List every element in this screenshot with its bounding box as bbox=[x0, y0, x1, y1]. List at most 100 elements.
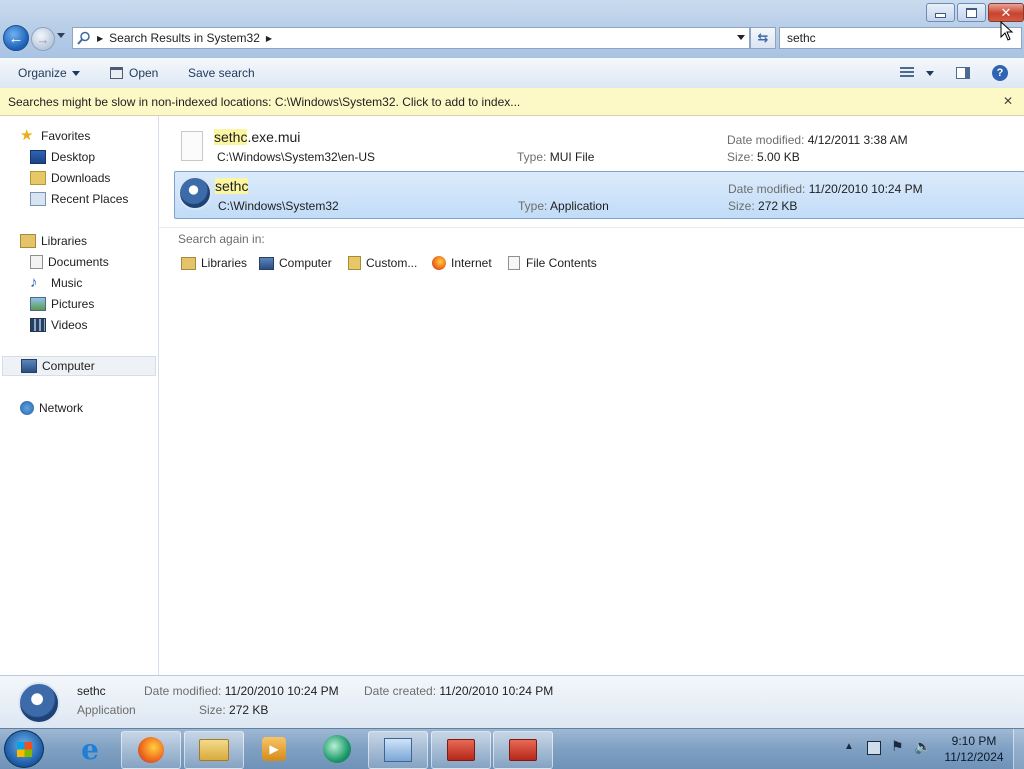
taskbar-toolbox-2[interactable] bbox=[493, 731, 553, 769]
search-again-computer-label: Computer bbox=[279, 256, 332, 270]
nav-music-label: Music bbox=[51, 276, 83, 290]
refresh-button[interactable]: ⇆ bbox=[750, 27, 776, 49]
nav-desktop[interactable]: Desktop bbox=[30, 147, 95, 167]
windows-logo-icon bbox=[17, 742, 32, 757]
forward-button[interactable]: → bbox=[31, 27, 55, 51]
nav-pictures[interactable]: Pictures bbox=[30, 294, 94, 314]
preview-pane-button[interactable] bbox=[956, 63, 970, 83]
search-box[interactable]: sethc bbox=[779, 27, 1022, 49]
taskbar-media-player[interactable]: ▶ bbox=[245, 731, 303, 767]
save-search-button[interactable]: Save search bbox=[188, 63, 255, 83]
show-desktop-button[interactable] bbox=[1013, 729, 1024, 769]
chevron-down-icon bbox=[57, 33, 65, 38]
videos-icon bbox=[30, 318, 46, 332]
address-bar[interactable]: ▶ Search Results in System32 ▶ bbox=[72, 27, 750, 49]
close-icon[interactable]: ✕ bbox=[1003, 94, 1013, 108]
nav-documents[interactable]: Documents bbox=[30, 252, 109, 272]
application-icon bbox=[110, 67, 123, 79]
organize-button[interactable]: Organize bbox=[18, 63, 80, 83]
media-player-icon: ▶ bbox=[262, 737, 286, 761]
open-button[interactable]: Open bbox=[110, 63, 158, 83]
search-again-custom-label: Custom... bbox=[366, 256, 418, 270]
green-app-icon bbox=[323, 735, 351, 763]
change-view-button[interactable] bbox=[900, 63, 914, 83]
breadcrumb-separator-icon[interactable]: ▶ bbox=[97, 34, 103, 43]
details-date-modified-label: Date modified: bbox=[144, 684, 222, 698]
details-size-label: Size: bbox=[199, 703, 226, 717]
search-input[interactable]: sethc bbox=[787, 31, 816, 45]
search-again-libraries[interactable]: Libraries bbox=[181, 253, 247, 273]
toolbox-icon bbox=[509, 739, 537, 761]
search-again-computer[interactable]: Computer bbox=[259, 253, 332, 273]
details-size: Size: 272 KB bbox=[199, 703, 268, 717]
info-bar-message[interactable]: Searches might be slow in non-indexed lo… bbox=[8, 95, 520, 109]
clock[interactable]: 9:10 PM 11/12/2024 bbox=[940, 734, 1008, 764]
mui-file-icon bbox=[181, 131, 203, 161]
action-center-flag-icon[interactable]: ⚑ bbox=[891, 738, 904, 755]
nav-computer-label: Computer bbox=[42, 359, 95, 373]
search-again-custom[interactable]: Custom... bbox=[348, 253, 417, 273]
nav-documents-label: Documents bbox=[48, 255, 109, 269]
result-name-rest: .exe.mui bbox=[247, 129, 301, 145]
taskbar-app-green[interactable] bbox=[308, 731, 366, 767]
result-name: sethc bbox=[215, 178, 249, 194]
nav-computer[interactable]: Computer bbox=[2, 356, 156, 376]
nav-downloads-label: Downloads bbox=[51, 171, 111, 185]
save-search-label: Save search bbox=[188, 66, 255, 80]
taskbar-firefox[interactable] bbox=[121, 731, 181, 769]
nav-videos-label: Videos bbox=[51, 318, 88, 332]
result-row-selected[interactable]: sethc C:\Windows\System32 Type: Applicat… bbox=[174, 171, 1024, 219]
result-name-match: sethc bbox=[215, 178, 249, 194]
nav-network[interactable]: Network bbox=[20, 398, 83, 418]
help-icon: ? bbox=[992, 65, 1008, 81]
result-row[interactable]: sethc.exe.mui C:\Windows\System32\en-US … bbox=[174, 123, 1023, 169]
start-button[interactable] bbox=[4, 730, 44, 768]
pictures-icon bbox=[30, 297, 46, 311]
result-size: Size: 272 KB bbox=[728, 199, 797, 213]
internet-explorer-icon: e bbox=[81, 732, 99, 766]
date-value: 4/12/2011 3:38 AM bbox=[807, 133, 908, 147]
network-tray-icon[interactable] bbox=[867, 741, 881, 755]
control-panel-icon bbox=[384, 738, 412, 762]
address-dropdown-button[interactable] bbox=[737, 31, 745, 40]
taskbar-internet-explorer[interactable]: e bbox=[61, 731, 119, 767]
show-hidden-icons-button[interactable]: ▲ bbox=[844, 741, 854, 752]
restore-icon bbox=[966, 7, 977, 18]
close-button[interactable]: ✕ bbox=[988, 3, 1024, 22]
result-name-match: sethc bbox=[214, 129, 248, 145]
search-again-internet[interactable]: Internet bbox=[432, 253, 492, 273]
restore-button[interactable] bbox=[957, 3, 986, 22]
recent-pages-dropdown[interactable] bbox=[57, 33, 65, 38]
nav-videos[interactable]: Videos bbox=[30, 315, 87, 335]
nav-libraries-label: Libraries bbox=[41, 234, 88, 248]
index-info-bar[interactable]: Searches might be slow in non-indexed lo… bbox=[0, 88, 1024, 116]
search-folder-icon bbox=[77, 31, 91, 45]
type-value: Application bbox=[550, 199, 609, 213]
nav-recent-places[interactable]: Recent Places bbox=[30, 189, 128, 209]
result-type: Type: Application bbox=[518, 199, 609, 213]
nav-music[interactable]: ♪ Music bbox=[30, 273, 82, 293]
details-date-modified-value: 11/20/2010 10:24 PM bbox=[224, 684, 339, 698]
volume-icon[interactable]: 🔈 bbox=[914, 738, 931, 755]
view-options-dropdown[interactable] bbox=[926, 63, 934, 83]
breadcrumb-separator-icon[interactable]: ▶ bbox=[266, 34, 272, 43]
minimize-button[interactable] bbox=[926, 3, 955, 22]
back-arrow-icon: ← bbox=[8, 29, 24, 47]
minimize-icon bbox=[935, 13, 946, 18]
taskbar-explorer[interactable] bbox=[184, 731, 244, 769]
search-again-label: Search again in: bbox=[178, 232, 265, 246]
nav-libraries[interactable]: Libraries bbox=[20, 231, 87, 251]
help-button[interactable]: ? bbox=[992, 63, 1008, 83]
search-again-file-contents[interactable]: File Contents bbox=[508, 253, 597, 273]
nav-downloads[interactable]: Downloads bbox=[30, 168, 110, 188]
date-label: Date modified: bbox=[727, 133, 805, 147]
type-value: MUI File bbox=[549, 150, 595, 164]
nav-favorites[interactable]: ★ Favorites bbox=[20, 126, 90, 146]
back-button[interactable]: ← bbox=[3, 25, 29, 51]
firefox-icon bbox=[138, 737, 164, 763]
taskbar-toolbox-1[interactable] bbox=[431, 731, 491, 769]
taskbar-control-panel[interactable] bbox=[368, 731, 428, 769]
breadcrumb[interactable]: Search Results in System32 bbox=[109, 31, 260, 45]
size-value: 5.00 KB bbox=[757, 150, 800, 164]
chevron-down-icon bbox=[71, 70, 80, 76]
